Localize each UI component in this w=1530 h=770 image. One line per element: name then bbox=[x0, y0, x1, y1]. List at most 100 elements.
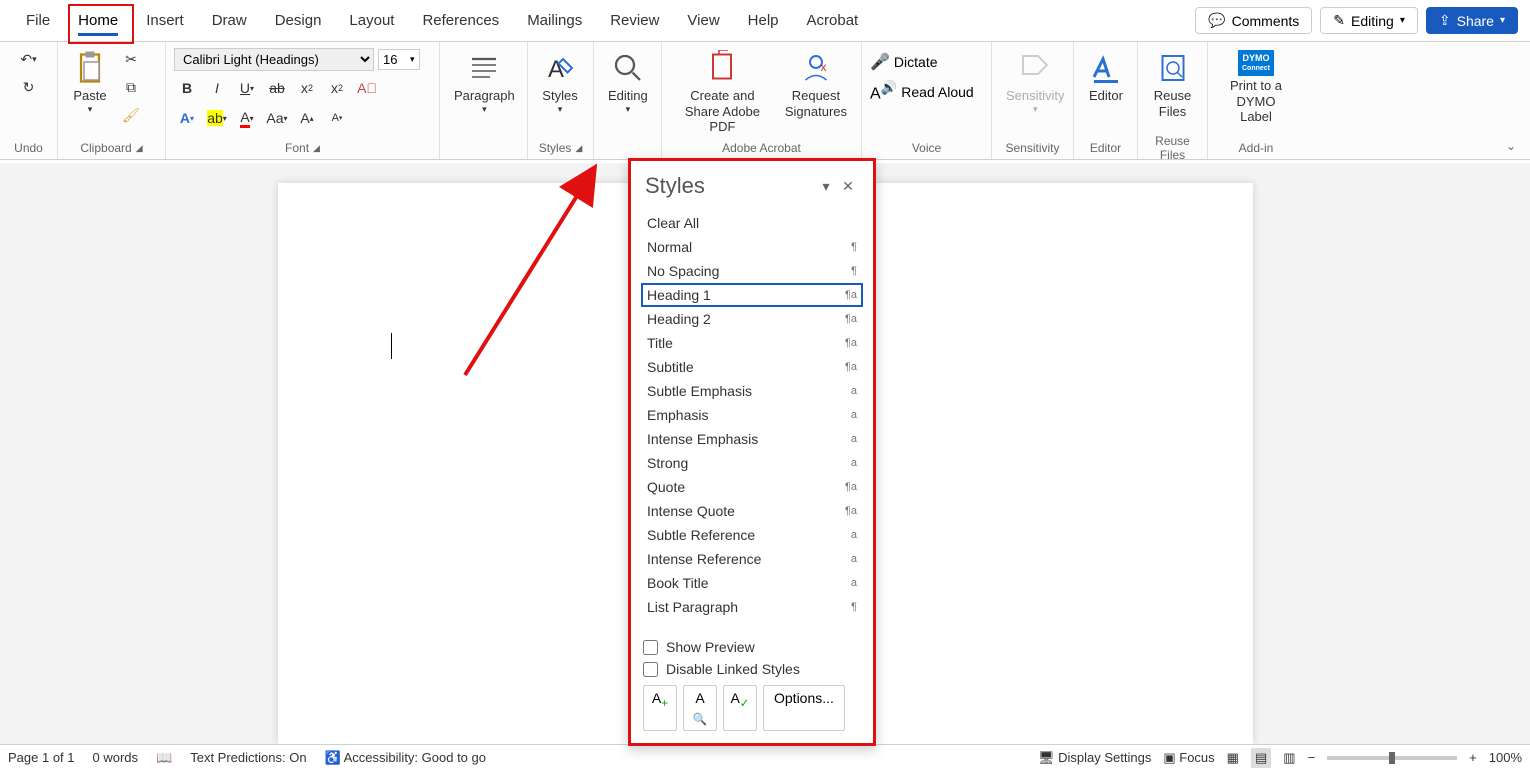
shrink-font-button[interactable]: A▾ bbox=[324, 105, 350, 131]
pencil-icon: ✎ bbox=[1333, 12, 1345, 29]
style-item[interactable]: Book Titlea bbox=[641, 571, 863, 595]
share-button[interactable]: ⇪ Share ▾ bbox=[1426, 7, 1518, 34]
style-item[interactable]: Clear All bbox=[641, 211, 863, 235]
read-aloud-button[interactable]: A🔊 Read Aloud bbox=[870, 80, 974, 103]
text-predictions-status[interactable]: Text Predictions: On bbox=[190, 750, 306, 765]
new-style-button[interactable]: A+ bbox=[643, 685, 677, 731]
reuse-icon bbox=[1155, 50, 1191, 86]
style-item[interactable]: Heading 2¶a bbox=[641, 307, 863, 331]
tab-review[interactable]: Review bbox=[596, 0, 673, 42]
cut-button[interactable]: ✂ bbox=[118, 46, 144, 72]
disable-linked-checkbox[interactable]: Disable Linked Styles bbox=[643, 661, 861, 677]
editing-mode-button[interactable]: ✎ Editing ▾ bbox=[1320, 7, 1418, 34]
request-signatures-button[interactable]: x Request Signatures bbox=[779, 46, 853, 123]
style-item[interactable]: Quote¶a bbox=[641, 475, 863, 499]
style-item[interactable]: Subtitle¶a bbox=[641, 355, 863, 379]
tab-file[interactable]: File bbox=[12, 0, 64, 42]
zoom-in-button[interactable]: + bbox=[1469, 750, 1477, 765]
strikethrough-button[interactable]: ab bbox=[264, 75, 290, 101]
print-layout-icon[interactable]: ▤ bbox=[1251, 748, 1271, 768]
tab-references[interactable]: References bbox=[408, 0, 513, 42]
ribbon-tabs: FileHomeInsertDrawDesignLayoutReferences… bbox=[0, 0, 1530, 42]
highlight-button[interactable]: ab▾ bbox=[204, 105, 230, 131]
paste-button[interactable]: Paste ▾ bbox=[66, 46, 114, 118]
font-launcher[interactable]: ◢ bbox=[313, 143, 320, 154]
sensitivity-group-label: Sensitivity bbox=[1000, 139, 1065, 157]
editing-group-button[interactable]: Editing▾ bbox=[602, 46, 654, 118]
style-item[interactable]: No Spacing¶ bbox=[641, 259, 863, 283]
paragraph-button[interactable]: Paragraph▾ bbox=[448, 46, 521, 118]
tab-design[interactable]: Design bbox=[261, 0, 336, 42]
tab-draw[interactable]: Draw bbox=[198, 0, 261, 42]
format-painter-button[interactable]: 🖌 bbox=[118, 102, 144, 128]
style-item[interactable]: Intense Quote¶a bbox=[641, 499, 863, 523]
show-preview-checkbox[interactable]: Show Preview bbox=[643, 639, 861, 655]
superscript-button[interactable]: x2 bbox=[324, 75, 350, 101]
tab-home[interactable]: Home bbox=[64, 0, 132, 42]
clipboard-launcher[interactable]: ◢ bbox=[136, 143, 143, 154]
style-item[interactable]: List Paragraph¶ bbox=[641, 595, 863, 619]
style-item[interactable]: Emphasisa bbox=[641, 403, 863, 427]
display-settings-button[interactable]: 🖥 Display Settings bbox=[1038, 750, 1151, 766]
read-mode-icon[interactable]: ▦ bbox=[1227, 750, 1239, 766]
style-item[interactable]: Stronga bbox=[641, 451, 863, 475]
underline-button[interactable]: U▾ bbox=[234, 75, 260, 101]
reuse-files-button[interactable]: Reuse Files bbox=[1146, 46, 1199, 123]
undo-group-label: Undo bbox=[8, 139, 49, 157]
zoom-out-button[interactable]: − bbox=[1308, 750, 1316, 765]
styles-button[interactable]: A Styles▾ bbox=[536, 46, 584, 118]
subscript-button[interactable]: x2 bbox=[294, 75, 320, 101]
tab-view[interactable]: View bbox=[673, 0, 733, 42]
change-case-button[interactable]: Aa▾ bbox=[264, 105, 290, 131]
font-name-combo[interactable]: Calibri Light (Headings) bbox=[174, 48, 374, 71]
bold-button[interactable]: B bbox=[174, 75, 200, 101]
tab-acrobat[interactable]: Acrobat bbox=[793, 0, 873, 42]
pane-options-button[interactable]: ▾ bbox=[815, 178, 837, 195]
style-inspector-button[interactable]: A🔍 bbox=[683, 685, 717, 731]
editor-group-label: Editor bbox=[1082, 139, 1129, 157]
addin-group-label: Add-in bbox=[1216, 139, 1296, 157]
style-item[interactable]: Subtle Emphasisa bbox=[641, 379, 863, 403]
manage-styles-button[interactable]: A✓ bbox=[723, 685, 757, 731]
styles-launcher[interactable]: ◢ bbox=[575, 143, 582, 154]
web-layout-icon[interactable]: ▥ bbox=[1283, 750, 1295, 766]
tab-mailings[interactable]: Mailings bbox=[513, 0, 596, 42]
styles-pane: Styles ▾ ✕ Clear AllNormal¶No Spacing¶He… bbox=[628, 158, 876, 746]
styles-icon: A bbox=[542, 50, 578, 86]
voice-group-label: Voice bbox=[870, 139, 983, 157]
undo-button[interactable]: ↶▾ bbox=[16, 46, 42, 72]
style-item[interactable]: Normal¶ bbox=[641, 235, 863, 259]
style-item[interactable]: Title¶a bbox=[641, 331, 863, 355]
focus-button[interactable]: ▣ Focus bbox=[1163, 750, 1214, 766]
styles-options-button[interactable]: Options... bbox=[763, 685, 845, 731]
clear-formatting-button[interactable]: A⃠ bbox=[354, 75, 380, 101]
font-color-button[interactable]: A▾ bbox=[234, 105, 260, 131]
dymo-print-button[interactable]: DYMOConnect Print to a DYMO Label bbox=[1216, 46, 1296, 129]
style-item[interactable]: Subtle Referencea bbox=[641, 523, 863, 547]
dictate-button[interactable]: 🎤 Dictate bbox=[870, 52, 938, 72]
accessibility-status[interactable]: ♿ Accessibility: Good to go bbox=[325, 750, 486, 766]
tab-help[interactable]: Help bbox=[734, 0, 793, 42]
copy-button[interactable]: ⧉ bbox=[118, 74, 144, 100]
comments-button[interactable]: 💬 Comments bbox=[1195, 7, 1312, 34]
font-group-label: Font bbox=[285, 141, 309, 155]
zoom-level[interactable]: 100% bbox=[1489, 750, 1522, 765]
collapse-ribbon-button[interactable]: ⌄ bbox=[1506, 139, 1516, 153]
text-effects-button[interactable]: A▾ bbox=[174, 105, 200, 131]
create-adobe-pdf-button[interactable]: Create and Share Adobe PDF bbox=[670, 46, 775, 139]
page-indicator[interactable]: Page 1 of 1 bbox=[8, 750, 75, 765]
word-count[interactable]: 0 words bbox=[93, 750, 139, 765]
style-item[interactable]: Intense Emphasisa bbox=[641, 427, 863, 451]
grow-font-button[interactable]: A▴ bbox=[294, 105, 320, 131]
italic-button[interactable]: I bbox=[204, 75, 230, 101]
tab-layout[interactable]: Layout bbox=[335, 0, 408, 42]
zoom-slider[interactable] bbox=[1327, 756, 1457, 760]
style-item[interactable]: Heading 1¶a bbox=[641, 283, 863, 307]
editor-button[interactable]: Editor bbox=[1082, 46, 1130, 108]
styles-pane-title: Styles bbox=[645, 173, 815, 199]
spellcheck-icon[interactable]: 📖 bbox=[156, 750, 172, 766]
tab-insert[interactable]: Insert bbox=[132, 0, 198, 42]
redo-button[interactable]: ↻ bbox=[16, 74, 42, 100]
close-icon[interactable]: ✕ bbox=[837, 178, 859, 195]
style-item[interactable]: Intense Referencea bbox=[641, 547, 863, 571]
